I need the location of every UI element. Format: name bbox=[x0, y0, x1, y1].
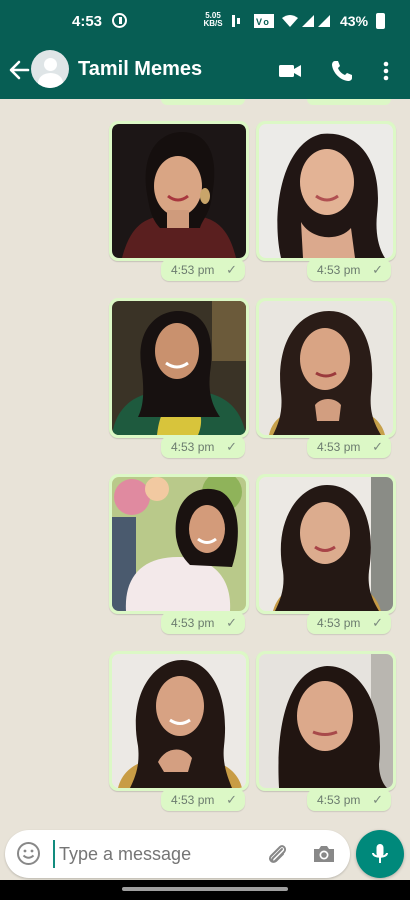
time-text: 4:53 pm bbox=[317, 440, 361, 454]
svg-text:Vo: Vo bbox=[256, 17, 271, 27]
sent-tick-icon: ✓ bbox=[372, 615, 383, 630]
message-time: 4:53 pm ✓ bbox=[161, 436, 245, 458]
image-photo[interactable] bbox=[112, 477, 246, 611]
image-message[interactable] bbox=[256, 121, 396, 261]
message-time: 4:53 pm ✓ bbox=[307, 612, 391, 634]
sent-tick-icon: ✓ bbox=[372, 439, 383, 454]
dnd-icon bbox=[112, 13, 127, 28]
time-text: 4:53 pm bbox=[171, 793, 215, 807]
image-photo[interactable] bbox=[112, 124, 246, 258]
previous-message-stub bbox=[161, 99, 245, 105]
message-time: 4:53 pm ✓ bbox=[307, 259, 391, 281]
sent-tick-icon: ✓ bbox=[372, 792, 383, 807]
sent-tick-icon: ✓ bbox=[372, 262, 383, 277]
wifi-signal-icon: Vo bbox=[232, 14, 330, 28]
voice-message-button[interactable] bbox=[356, 830, 404, 878]
image-message[interactable] bbox=[109, 298, 249, 438]
message-input[interactable] bbox=[53, 840, 253, 868]
back-arrow-icon[interactable] bbox=[6, 56, 32, 84]
time-text: 4:53 pm bbox=[171, 263, 215, 277]
sent-tick-icon: ✓ bbox=[226, 439, 237, 454]
image-photo[interactable] bbox=[112, 654, 246, 788]
time-text: 4:53 pm bbox=[317, 793, 361, 807]
message-composer bbox=[5, 830, 350, 878]
group-avatar[interactable] bbox=[31, 50, 69, 88]
phone-call-icon[interactable] bbox=[329, 58, 355, 84]
network-speed-unit: KB/S bbox=[203, 19, 223, 28]
signal-icons: Vo bbox=[230, 12, 335, 33]
time-text: 4:53 pm bbox=[171, 616, 215, 630]
image-message[interactable] bbox=[256, 474, 396, 614]
sent-tick-icon: ✓ bbox=[226, 262, 237, 277]
time-text: 4:53 pm bbox=[317, 616, 361, 630]
sent-tick-icon: ✓ bbox=[226, 615, 237, 630]
time-text: 4:53 pm bbox=[317, 263, 361, 277]
more-options-icon[interactable] bbox=[377, 58, 403, 84]
image-message[interactable] bbox=[256, 298, 396, 438]
home-gesture-bar[interactable] bbox=[122, 887, 288, 891]
emoji-icon[interactable] bbox=[16, 841, 41, 866]
message-time: 4:53 pm ✓ bbox=[307, 436, 391, 458]
message-time: 4:53 pm ✓ bbox=[307, 789, 391, 811]
image-message[interactable] bbox=[109, 651, 249, 791]
image-photo[interactable] bbox=[259, 477, 393, 611]
chat-title[interactable]: Tamil Memes bbox=[78, 58, 202, 81]
image-photo[interactable] bbox=[112, 301, 246, 435]
chat-header: Tamil Memes bbox=[0, 42, 410, 99]
microphone-icon bbox=[372, 844, 388, 863]
image-photo[interactable] bbox=[259, 301, 393, 435]
message-time: 4:53 pm ✓ bbox=[161, 259, 245, 281]
image-message[interactable] bbox=[256, 651, 396, 791]
attachment-icon[interactable] bbox=[264, 841, 290, 867]
previous-message-stub bbox=[307, 99, 391, 105]
network-speed: 5.05 KB/S bbox=[202, 12, 224, 28]
image-message[interactable] bbox=[109, 121, 249, 261]
message-time: 4:53 pm ✓ bbox=[161, 789, 245, 811]
battery-percent: 43% bbox=[340, 13, 369, 29]
chat-area[interactable]: 4:53 pm ✓ 4:53 pm ✓ 4:53 pm ✓ 4:53 pm ✓ 4:53… bbox=[0, 99, 410, 827]
sent-tick-icon: ✓ bbox=[226, 792, 237, 807]
image-photo[interactable] bbox=[259, 654, 393, 788]
time-text: 4:53 pm bbox=[171, 440, 215, 454]
message-time: 4:53 pm ✓ bbox=[161, 612, 245, 634]
battery-icon bbox=[376, 13, 385, 29]
system-nav-bar bbox=[0, 880, 410, 900]
image-message[interactable] bbox=[109, 474, 249, 614]
camera-icon[interactable] bbox=[311, 842, 337, 866]
status-bar: 4:53 5.05 KB/S Vo 43% bbox=[0, 0, 410, 42]
status-time: 4:53 bbox=[72, 13, 103, 30]
video-call-icon[interactable] bbox=[277, 58, 303, 84]
image-photo[interactable] bbox=[259, 124, 393, 258]
